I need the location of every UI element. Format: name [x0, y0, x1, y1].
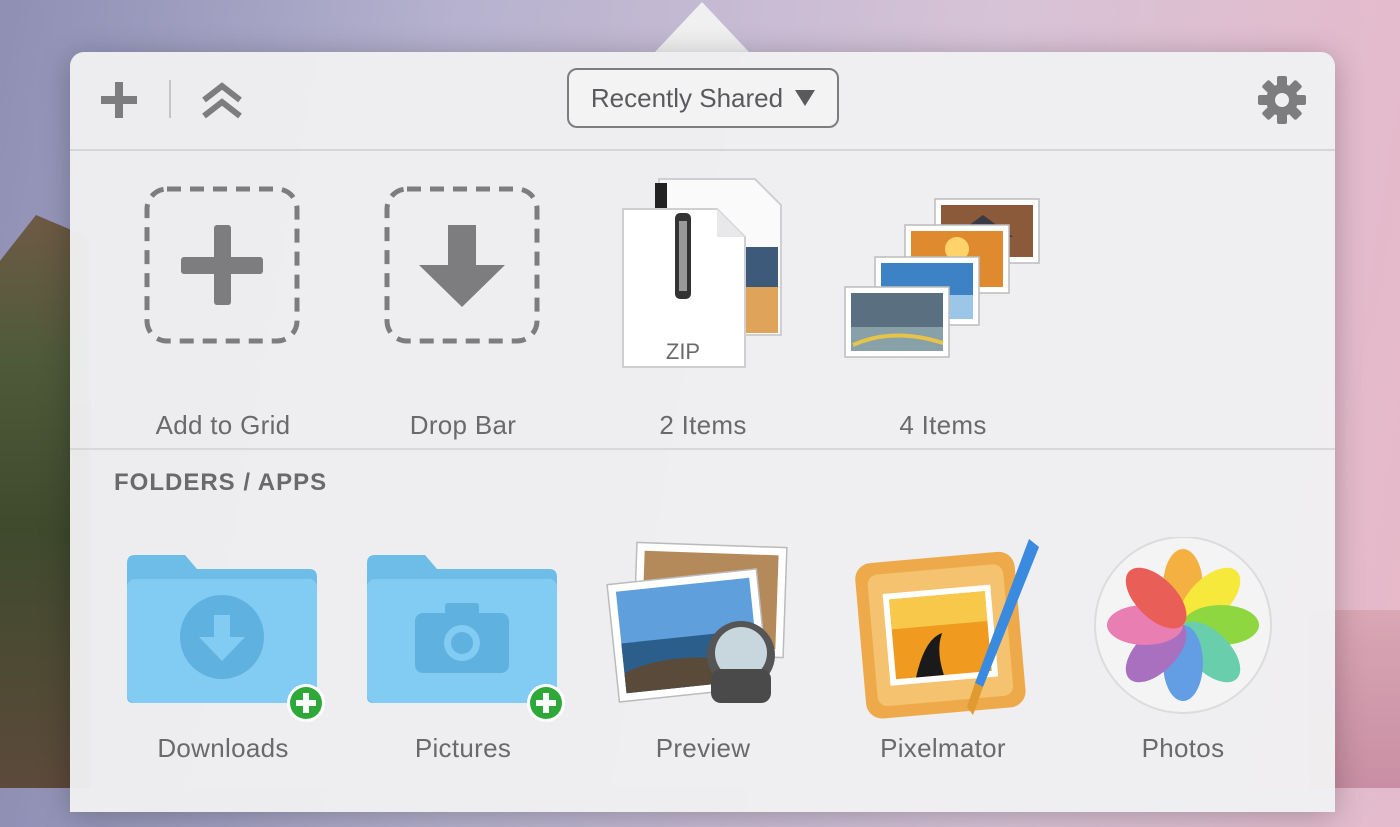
- tile-label: Add to Grid: [155, 410, 291, 440]
- plus-icon[interactable]: [97, 78, 141, 122]
- popover-arrow: [655, 2, 749, 52]
- tile-label: Preview: [655, 733, 751, 763]
- double-chevron-up-icon[interactable]: [200, 78, 244, 122]
- preview-app-tile[interactable]: Preview: [593, 537, 813, 767]
- zip-items-tile[interactable]: ZIP 2 Items: [593, 177, 813, 440]
- pictures-folder-tile[interactable]: Pictures: [353, 537, 573, 767]
- pixelmator-app-tile[interactable]: Pixelmator: [833, 537, 1053, 767]
- drop-bar-tile[interactable]: Drop Bar: [353, 177, 573, 440]
- tile-label: 4 Items: [899, 410, 987, 440]
- dropdown-label: Recently Shared: [590, 82, 784, 113]
- tile-label: Downloads: [157, 733, 289, 763]
- recently-shared-dropdown[interactable]: Recently Shared: [567, 68, 839, 128]
- tile-label: Pixelmator: [880, 733, 1006, 763]
- downloads-folder-icon: [127, 555, 325, 722]
- recent-items-row: Add to Grid Drop Bar ZIP 2 Items 4 Items: [70, 152, 1335, 450]
- photos-app-icon: [1094, 537, 1272, 714]
- tile-label: Photos: [1141, 733, 1225, 763]
- gear-icon[interactable]: [1257, 75, 1307, 125]
- add-to-grid-tile[interactable]: Add to Grid: [113, 177, 333, 440]
- chevron-down-icon: [795, 90, 816, 106]
- photos-app-tile[interactable]: Photos: [1073, 537, 1293, 767]
- section-title: FOLDERS / APPS: [114, 469, 328, 496]
- zip-file-icon: ZIP: [622, 178, 782, 368]
- downloads-folder-tile[interactable]: Downloads: [113, 537, 333, 767]
- folders-apps-row: Downloads Pictures Preview Pixelmator Ph…: [70, 537, 1335, 827]
- preview-app-icon: [606, 541, 788, 703]
- photos-items-tile[interactable]: 4 Items: [833, 177, 1053, 440]
- tile-label: 2 Items: [659, 410, 747, 440]
- dropzone-panel: Recently Shared Add to Grid Drop Bar ZIP…: [70, 52, 1335, 812]
- photo-stack-icon: [844, 198, 1040, 358]
- pictures-folder-icon: [367, 555, 565, 722]
- zip-badge: ZIP: [666, 339, 700, 364]
- pixelmator-app-icon: [855, 539, 1039, 719]
- toolbar: Recently Shared: [70, 52, 1335, 151]
- tile-label: Drop Bar: [409, 410, 517, 440]
- tile-label: Pictures: [414, 733, 512, 763]
- dashed-download-icon: [384, 186, 540, 344]
- dashed-plus-icon: [144, 186, 300, 344]
- toolbar-separator: [169, 80, 171, 118]
